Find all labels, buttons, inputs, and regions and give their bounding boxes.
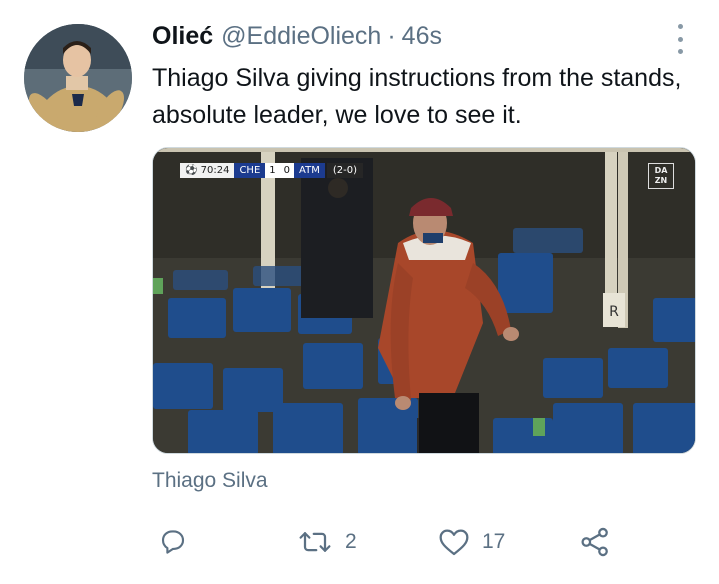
like-button[interactable]: 17 (438, 522, 505, 562)
more-dot (677, 36, 683, 42)
timestamp[interactable]: 46s (402, 22, 442, 51)
away-score: 0 (279, 163, 295, 178)
home-team: CHE (234, 163, 266, 178)
retweet-count: 2 (345, 530, 357, 553)
retweet-button[interactable]: 2 (297, 522, 357, 562)
stadium-photo: R (153, 148, 695, 453)
reply-button[interactable] (158, 522, 188, 562)
away-team: ATM (294, 163, 325, 178)
user-handle[interactable]: @EddieOliech (221, 22, 381, 51)
tweet-header: Olieć @EddieOliech · 46s (152, 22, 442, 54)
more-dot (677, 49, 683, 54)
display-name[interactable]: Olieć (152, 22, 213, 51)
aggregate-score: (2-0) (326, 163, 363, 178)
broadcaster-logo: DA ZN (648, 163, 674, 189)
retweet-icon (299, 532, 331, 552)
reply-icon (161, 530, 185, 554)
more-vertical-icon[interactable] (670, 24, 690, 54)
tweet-media[interactable]: R ⚽ 70:24 CHE 1 0 ATM (2-0) DA ZN (152, 147, 696, 454)
broadcaster-logo-bottom: ZN (654, 176, 668, 185)
tweet-actions: 2 17 (152, 522, 632, 562)
tweet: Olieć @EddieOliech · 46s Thiago Silva gi… (0, 0, 719, 584)
broadcaster-logo-top: DA (654, 166, 668, 175)
heart-icon (439, 529, 469, 556)
avatar[interactable] (24, 24, 132, 132)
like-count: 17 (482, 530, 506, 553)
separator-dot: · (387, 22, 396, 50)
share-icon (581, 527, 608, 557)
match-clock: ⚽ 70:24 (180, 163, 235, 178)
avatar-photo (24, 24, 132, 132)
tweet-text: Thiago Silva giving instructions from th… (152, 64, 682, 129)
share-button[interactable] (579, 522, 611, 562)
seat-sign: R (609, 304, 619, 320)
scoreboard: ⚽ 70:24 CHE 1 0 ATM (2-0) (180, 163, 363, 178)
home-score: 1 (265, 163, 280, 178)
media-tag[interactable]: Thiago Silva (152, 469, 268, 493)
more-dot (677, 24, 683, 29)
